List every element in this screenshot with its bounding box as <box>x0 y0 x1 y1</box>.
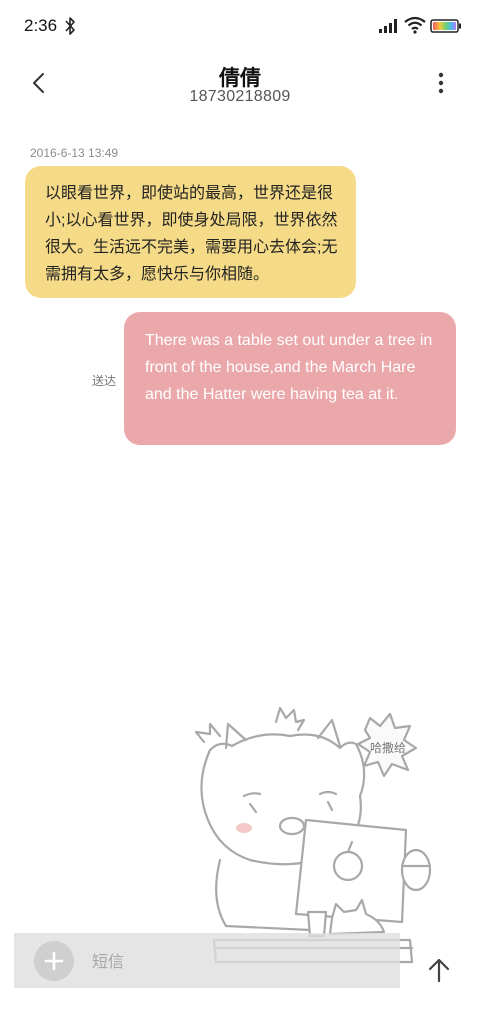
status-time: 2:36 <box>24 16 58 35</box>
status-bar: 2:36 <box>0 0 480 52</box>
illustration-speech-text: 哈撒给 <box>370 740 406 755</box>
add-attachment-button[interactable] <box>34 941 74 981</box>
battery-icon <box>430 19 461 33</box>
conversation-header: 倩倩 18730218809 <box>0 52 480 114</box>
add-icon <box>44 951 64 971</box>
contact-number: 18730218809 <box>189 88 291 105</box>
incoming-message-bubble[interactable]: 以眼看世界，即使站的最高，世界还是很小;以心看世界，即使身处局限，世界依然很大。… <box>25 166 356 298</box>
outgoing-message-bubble[interactable]: There was a table set out under a tree i… <box>124 312 456 445</box>
message-input[interactable] <box>92 946 382 976</box>
bluetooth-icon <box>65 17 75 35</box>
message-timestamp: 2016-6-13 13:49 <box>30 146 119 160</box>
wifi-icon <box>404 16 426 34</box>
send-arrow-icon[interactable] <box>426 956 452 984</box>
delivery-status: 送达 <box>92 374 117 388</box>
message-composer <box>14 933 400 988</box>
signal-icon <box>379 19 397 33</box>
more-icon[interactable] <box>430 70 452 96</box>
cartoon-pig-illustration: 哈撒给 <box>194 706 432 964</box>
